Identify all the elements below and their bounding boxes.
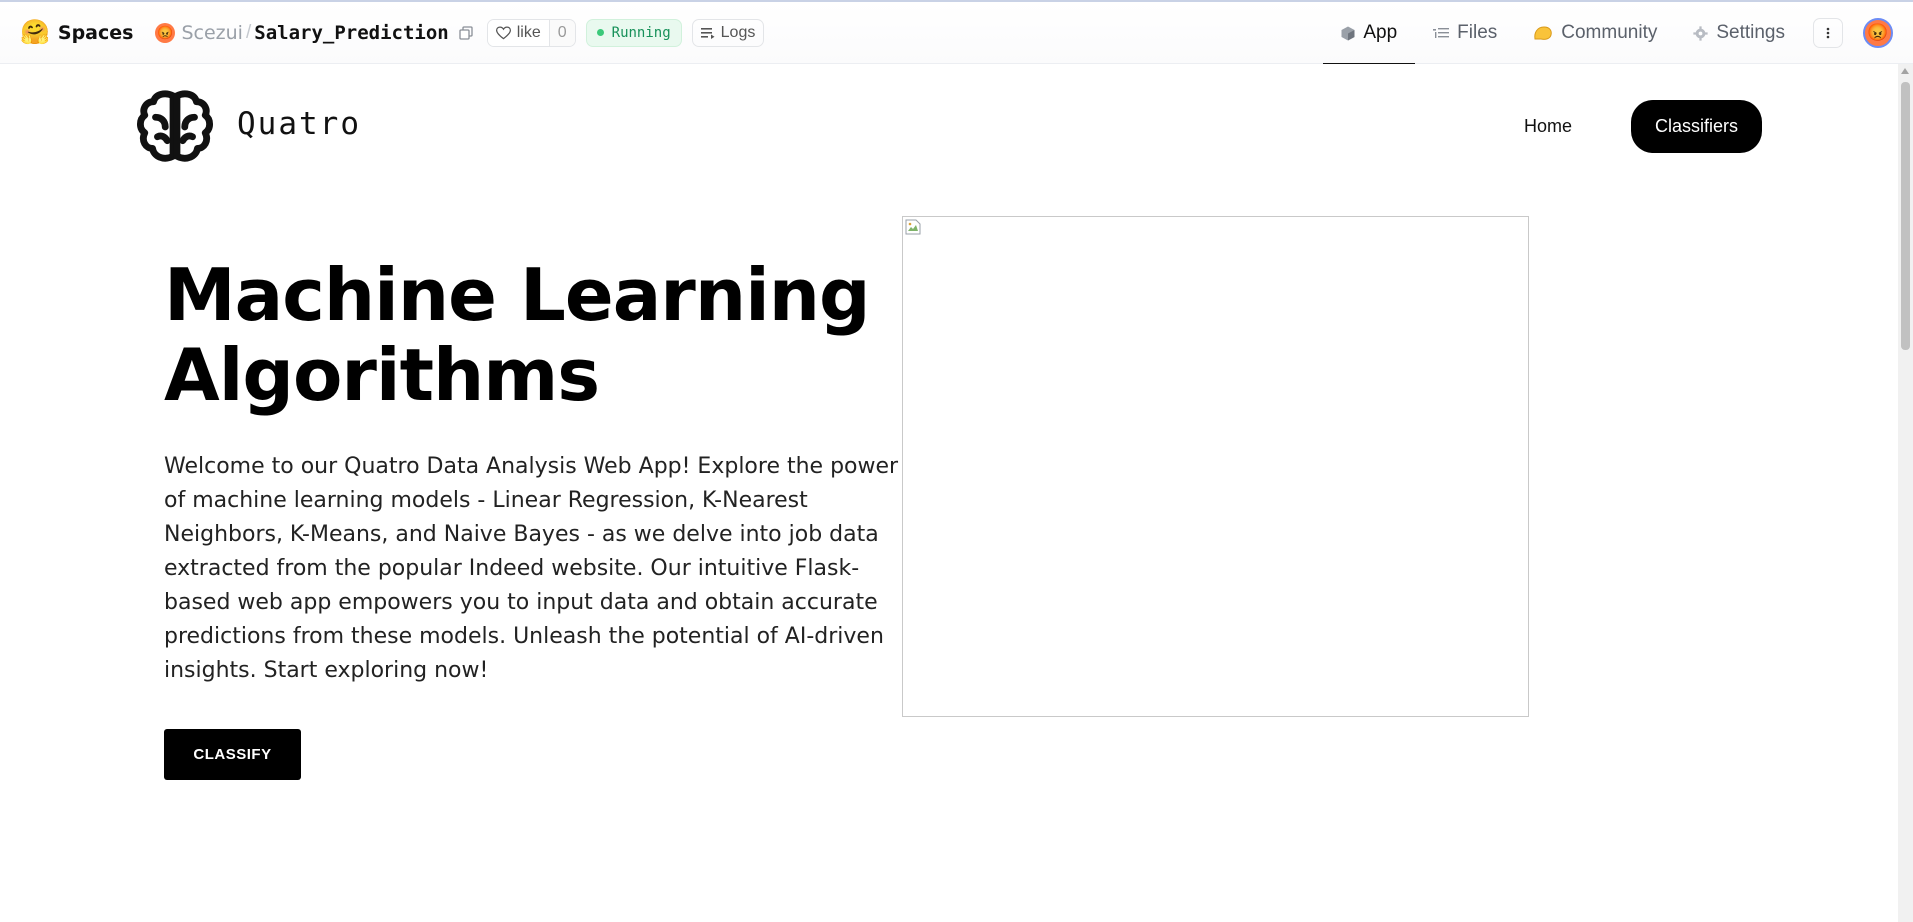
like-text: like: [516, 23, 541, 41]
nav-home-link[interactable]: Home: [1524, 116, 1572, 137]
scrollbar-thumb[interactable]: [1901, 82, 1910, 350]
hero-description: Welcome to our Quatro Data Analysis Web …: [164, 454, 899, 683]
status-dot-icon: [596, 29, 604, 36]
copy-icon[interactable]: [459, 25, 473, 40]
hero-image: [902, 216, 1529, 717]
owner-avatar[interactable]: 😡: [155, 22, 176, 43]
like-button-label[interactable]: like: [487, 19, 549, 46]
hero-title-line2: Algorithms: [164, 333, 600, 417]
tab-settings[interactable]: Settings: [1675, 2, 1803, 64]
tab-app-label: App: [1363, 22, 1398, 43]
owner-link[interactable]: Scezui: [181, 22, 243, 44]
kebab-menu-icon: [1826, 27, 1830, 39]
more-options-button[interactable]: [1813, 18, 1843, 48]
tab-files[interactable]: Files: [1415, 2, 1515, 64]
files-icon: [1433, 27, 1450, 38]
tab-files-label: Files: [1457, 22, 1498, 43]
like-button[interactable]: like 0: [486, 18, 576, 47]
tab-app[interactable]: App: [1323, 2, 1415, 65]
like-count[interactable]: 0: [548, 19, 575, 46]
user-avatar[interactable]: 😡: [1863, 18, 1893, 48]
hugging-face-logo-icon[interactable]: 🤗: [20, 20, 50, 45]
nav-classifiers-button[interactable]: Classifiers: [1631, 100, 1762, 153]
page-scrollbar[interactable]: [1898, 64, 1913, 922]
tab-settings-label: Settings: [1716, 22, 1785, 43]
gear-icon: [1693, 25, 1708, 41]
tab-community-label: Community: [1561, 22, 1658, 43]
header-left: 🤗 Spaces 😡 Scezui / Salary_Prediction li…: [20, 2, 765, 63]
path-separator: /: [245, 21, 252, 43]
cube-icon: [1341, 26, 1355, 40]
brain-logo-icon[interactable]: [136, 88, 214, 166]
repo-name-link[interactable]: Salary_Prediction: [254, 22, 448, 44]
spaces-link[interactable]: Spaces: [58, 22, 134, 44]
logs-icon: [700, 27, 715, 39]
site-brand[interactable]: Quatro: [237, 106, 361, 142]
hero-title: Machine Learning Algorithms: [164, 255, 924, 415]
classify-button[interactable]: CLASSIFY: [164, 729, 301, 780]
space-tabs: App Files Community Settings 😡: [1323, 2, 1913, 65]
logs-button[interactable]: Logs: [691, 18, 765, 47]
hero-title-line1: Machine Learning: [164, 253, 871, 337]
logs-label: Logs: [720, 23, 756, 41]
status-badge[interactable]: Running: [585, 18, 682, 47]
community-icon: [1534, 26, 1552, 40]
heart-icon: [495, 25, 511, 39]
app-iframe: Quatro Home Classifiers Machine Learning…: [0, 64, 1898, 922]
spaces-header: 🤗 Spaces 😡 Scezui / Salary_Prediction li…: [0, 0, 1913, 65]
tab-community[interactable]: Community: [1515, 2, 1675, 64]
scroll-up-arrow-icon[interactable]: [1901, 68, 1909, 74]
broken-image-icon: [905, 219, 921, 235]
status-text: Running: [611, 24, 671, 41]
